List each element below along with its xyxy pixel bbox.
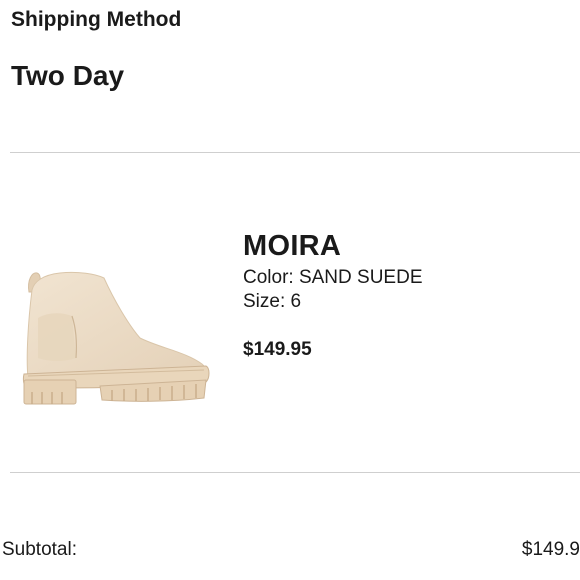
shipping-method-heading: Shipping Method <box>11 8 182 31</box>
product-name[interactable]: MOIRA <box>243 229 341 263</box>
shipping-method-value: Two Day <box>11 60 125 91</box>
section-divider <box>10 472 580 473</box>
chelsea-boot-icon <box>22 271 210 405</box>
subtotal-label: Subtotal: <box>2 539 77 560</box>
section-divider <box>10 152 580 153</box>
subtotal-value: $149.9 <box>521 539 580 560</box>
product-image[interactable] <box>20 262 212 412</box>
product-color: Color: SAND SUEDE <box>243 267 423 288</box>
product-size: Size: 6 <box>243 291 302 312</box>
product-price: $149.95 <box>243 339 312 360</box>
